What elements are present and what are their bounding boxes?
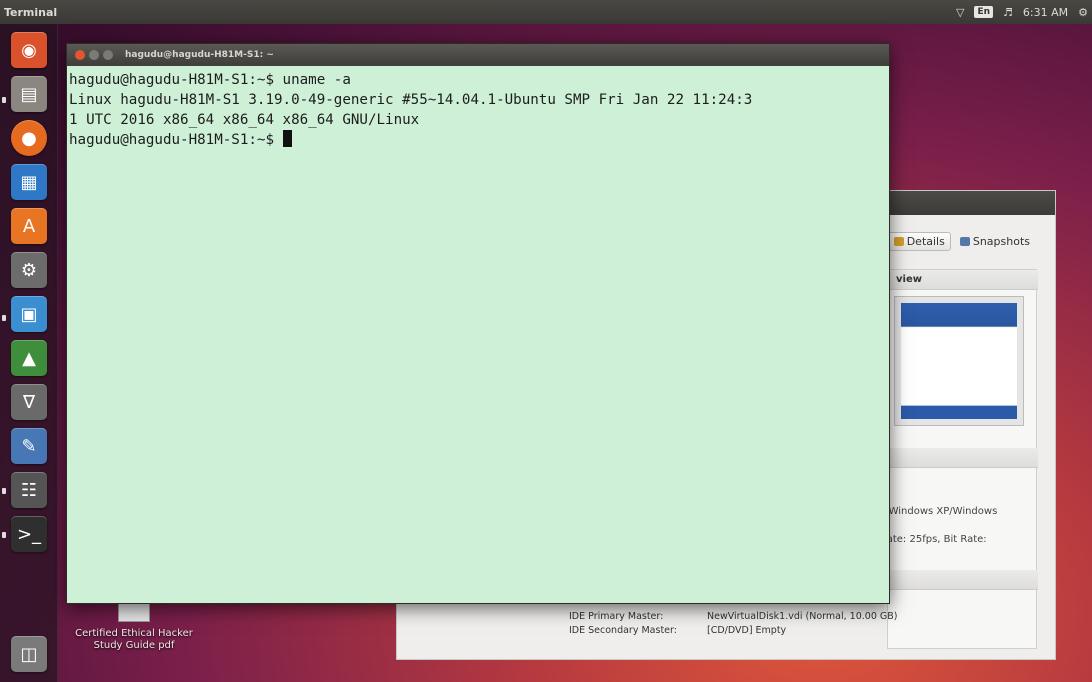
desktop-file-label: Certified Ethical Hacker Study Guide pdf (75, 628, 193, 651)
software-center-icon[interactable]: A (11, 208, 47, 244)
running-indicator (2, 97, 6, 103)
dash-home-icon[interactable]: ◉ (11, 32, 47, 68)
network-icon[interactable]: ▽ (956, 6, 964, 19)
video-editor-icon[interactable]: ☷ (11, 472, 47, 508)
details-label: Details (906, 234, 945, 248)
terminal-title: hagudu@hagudu-H81M-S1: ~ (125, 50, 274, 60)
trash-icon[interactable]: ◫ (11, 636, 47, 672)
volume-icon[interactable]: ♬ (1003, 6, 1013, 19)
running-indicator (2, 488, 6, 494)
firefox-icon[interactable]: ● (11, 120, 47, 156)
storage-key: IDE Secondary Master: (569, 625, 677, 636)
vm-preview-frame (894, 296, 1024, 426)
maximize-icon[interactable] (103, 50, 113, 60)
section-heading-bar[interactable] (888, 448, 1038, 468)
details-icon (893, 236, 904, 246)
details-button[interactable]: Details (887, 231, 951, 251)
os-type-value: s/Windows XP/Windows (880, 506, 998, 517)
vm-preview-screen (901, 303, 1017, 419)
section-heading-bar[interactable] (888, 570, 1038, 590)
desktop-file-icon[interactable]: Certified Ethical Hacker Study Guide pdf (72, 600, 196, 652)
launcher: ◉ ▤ ● ▦ A ⚙ ▣ ▲ ∇ ✎ ☷ >_ ◫ (0, 24, 58, 682)
storage-value: NewVirtualDisk1.vdi (Normal, 10.00 GB) (707, 611, 898, 622)
terminal-icon[interactable]: >_ (11, 516, 47, 552)
files-icon[interactable]: ▤ (11, 76, 47, 112)
clock[interactable]: 6:31 AM (1023, 6, 1068, 19)
top-panel: Terminal ▽ En ♬ 6:31 AM ⚙ (0, 0, 1092, 24)
indicator-area: ▽ En ♬ 6:31 AM ⚙ (956, 0, 1088, 24)
screenshot-app-icon[interactable]: ▣ (11, 296, 47, 332)
minimize-icon[interactable] (89, 50, 99, 60)
text-cursor (282, 130, 292, 147)
session-gear-icon[interactable]: ⚙ (1078, 6, 1088, 19)
usb-creator-icon[interactable]: ∇ (11, 384, 47, 420)
preview-heading[interactable]: view (888, 270, 1038, 290)
camera-icon (959, 236, 970, 246)
writer-icon[interactable]: ▦ (11, 164, 47, 200)
storage-value: [CD/DVD] Empty (707, 625, 787, 636)
terminal-line: 1 UTC 2016 x86_64 x86_64 x86_64 GNU/Linu… (69, 112, 420, 128)
keyboard-layout-indicator[interactable]: En (974, 6, 994, 18)
terminal-line: Linux hagudu-H81M-S1 3.19.0-49-generic #… (69, 92, 753, 108)
system-settings-icon[interactable]: ⚙ (11, 252, 47, 288)
terminal-line: hagudu@hagudu-H81M-S1:~$ uname -a (69, 72, 351, 88)
running-indicator (2, 315, 6, 321)
snapshots-button[interactable]: Snapshots (957, 233, 1033, 250)
terminal-output[interactable]: hagudu@hagudu-H81M-S1:~$ uname -a Linux h… (67, 66, 889, 604)
terminal-window[interactable]: hagudu@hagudu-H81M-S1: ~ hagudu@hagudu-H… (66, 43, 890, 604)
terminal-titlebar[interactable]: hagudu@hagudu-H81M-S1: ~ (67, 44, 889, 66)
running-indicator (2, 532, 6, 538)
capture-rate-value: Rate: 25fps, Bit Rate: (880, 534, 987, 545)
snapshots-label: Snapshots (972, 234, 1030, 248)
image-viewer-icon[interactable]: ▲ (11, 340, 47, 376)
storage-key: IDE Primary Master: (569, 611, 664, 622)
terminal-prompt: hagudu@hagudu-H81M-S1:~$ (69, 132, 283, 148)
text-editor-icon[interactable]: ✎ (11, 428, 47, 464)
active-app-name: Terminal (4, 5, 58, 19)
terminal-prompt-line[interactable]: hagudu@hagudu-H81M-S1:~$ (69, 130, 887, 150)
close-icon[interactable] (75, 50, 85, 60)
